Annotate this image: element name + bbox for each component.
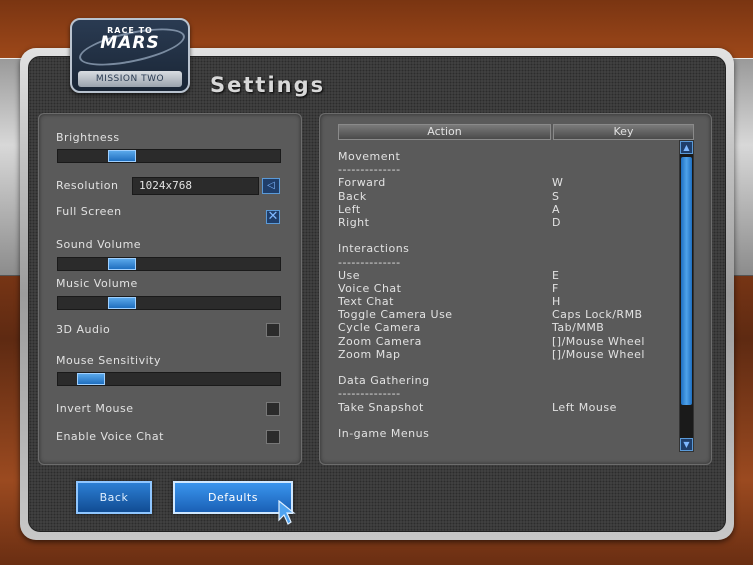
defaults-button[interactable]: Defaults — [173, 481, 293, 514]
brightness-label: Brightness — [56, 131, 120, 144]
keybinding-row[interactable]: Cycle Camera Tab/MMB — [338, 321, 678, 334]
keybinding-key[interactable]: H — [552, 295, 561, 308]
brightness-slider[interactable] — [57, 149, 281, 163]
scroll-down-icon[interactable]: ▼ — [680, 438, 693, 451]
section-divider-text: -------------- — [338, 163, 401, 177]
keybinding-row[interactable]: Zoom Camera []/Mouse Wheel — [338, 335, 678, 348]
scrollbar-thumb[interactable] — [681, 157, 692, 405]
logo-mars-text: MARS — [100, 33, 160, 53]
voice-chat-label: Enable Voice Chat — [56, 430, 164, 443]
keybinding-section-title: Interactions — [338, 242, 678, 255]
section-divider: -------------- — [338, 387, 678, 400]
game-logo: RACE TO MARS MISSION TWO — [70, 18, 190, 93]
sound-volume-slider[interactable] — [57, 257, 281, 271]
keybinding-key[interactable]: Tab/MMB — [552, 321, 604, 334]
keybinding-section-title: In-game Menus — [338, 427, 678, 440]
brightness-slider-thumb[interactable] — [108, 150, 136, 162]
voice-chat-checkbox[interactable] — [266, 430, 280, 444]
action-column-header[interactable]: Action — [338, 124, 551, 140]
keybinding-row[interactable]: Toggle Camera Use Caps Lock/RMB — [338, 308, 678, 321]
key-column-header[interactable]: Key — [553, 124, 694, 140]
keybinding-row[interactable]: Right D — [338, 216, 678, 229]
section-title-text: Movement — [338, 150, 401, 163]
sound-volume-slider-thumb[interactable] — [108, 258, 136, 270]
section-title-text: In-game Menus — [338, 426, 430, 440]
mouse-cursor-icon — [278, 500, 296, 525]
keybinding-row[interactable]: Use E — [338, 269, 678, 282]
keybinding-section-title: Movement — [338, 150, 678, 163]
page-title: Settings — [210, 73, 326, 97]
keybinding-row[interactable]: Take Snapshot Left Mouse — [338, 401, 678, 414]
music-volume-slider-thumb[interactable] — [108, 297, 136, 309]
keybinding-action: Zoom Map — [338, 347, 401, 361]
keybinding-key[interactable]: W — [552, 176, 563, 189]
sound-volume-label: Sound Volume — [56, 238, 142, 251]
section-divider: -------------- — [338, 256, 678, 269]
section-divider-text: -------------- — [338, 387, 401, 401]
music-volume-slider[interactable] — [57, 296, 281, 310]
keybinding-scrollbar[interactable]: ▲ ▼ — [679, 140, 694, 452]
keybinding-row[interactable]: Text Chat H — [338, 295, 678, 308]
invert-mouse-label: Invert Mouse — [56, 402, 134, 415]
keybinding-key[interactable]: Left Mouse — [552, 401, 617, 414]
full-screen-label: Full Screen — [56, 205, 122, 218]
section-title-text: Interactions — [338, 242, 410, 256]
keybinding-key[interactable]: []/Mouse Wheel — [552, 348, 645, 361]
section-divider-text: -------------- — [338, 255, 401, 269]
section-divider: -------------- — [338, 163, 678, 176]
mouse-sensitivity-slider-thumb[interactable] — [77, 373, 105, 385]
keybinding-row[interactable]: Forward W — [338, 176, 678, 189]
keybinding-action: Voice Chat — [338, 281, 402, 295]
section-title-text: Data Gathering — [338, 374, 430, 388]
scroll-up-icon[interactable]: ▲ — [680, 141, 693, 154]
back-button[interactable]: Back — [76, 481, 152, 514]
mouse-sensitivity-label: Mouse Sensitivity — [56, 354, 161, 367]
keybinding-action: Forward — [338, 176, 386, 190]
keybinding-action: Right — [338, 215, 370, 229]
keybinding-key[interactable]: Caps Lock/RMB — [552, 308, 643, 321]
keybinding-key[interactable]: []/Mouse Wheel — [552, 335, 645, 348]
keybinding-list[interactable]: Movement -------------- Forward W Back S Left A… — [338, 150, 678, 450]
full-screen-checkbox[interactable]: ✕ — [266, 210, 280, 224]
resolution-dropdown-arrow-icon[interactable]: ◁ — [262, 178, 280, 194]
3d-audio-label: 3D Audio — [56, 323, 111, 336]
keybinding-action: Cycle Camera — [338, 321, 421, 335]
keybinding-action: Toggle Camera Use — [338, 308, 453, 322]
keybinding-action: Zoom Camera — [338, 334, 422, 348]
keybinding-key[interactable]: F — [552, 282, 559, 295]
mouse-sensitivity-slider[interactable] — [57, 372, 281, 386]
keybinding-row[interactable]: Zoom Map []/Mouse Wheel — [338, 348, 678, 361]
keybinding-key[interactable]: A — [552, 203, 560, 216]
keybinding-row[interactable]: Voice Chat F — [338, 282, 678, 295]
keybinding-key[interactable]: D — [552, 216, 561, 229]
keybinding-action: Back — [338, 189, 367, 203]
keybinding-key[interactable]: S — [552, 190, 559, 203]
resolution-select[interactable]: 1024x768 — [132, 177, 259, 195]
logo-mission-text: MISSION TWO — [78, 71, 182, 87]
keybinding-section-title: Data Gathering — [338, 374, 678, 387]
keybinding-action: Take Snapshot — [338, 400, 424, 414]
keybinding-action: Left — [338, 202, 361, 216]
3d-audio-checkbox[interactable] — [266, 323, 280, 337]
logo-title: RACE TO MARS — [72, 26, 188, 53]
invert-mouse-checkbox[interactable] — [266, 402, 280, 416]
resolution-label: Resolution — [56, 179, 119, 192]
keybinding-action: Text Chat — [338, 295, 394, 309]
keybinding-action: Use — [338, 268, 361, 282]
keybinding-row[interactable]: Back S — [338, 190, 678, 203]
keybinding-key[interactable]: E — [552, 269, 559, 282]
keybinding-row[interactable]: Left A — [338, 203, 678, 216]
music-volume-label: Music Volume — [56, 277, 138, 290]
